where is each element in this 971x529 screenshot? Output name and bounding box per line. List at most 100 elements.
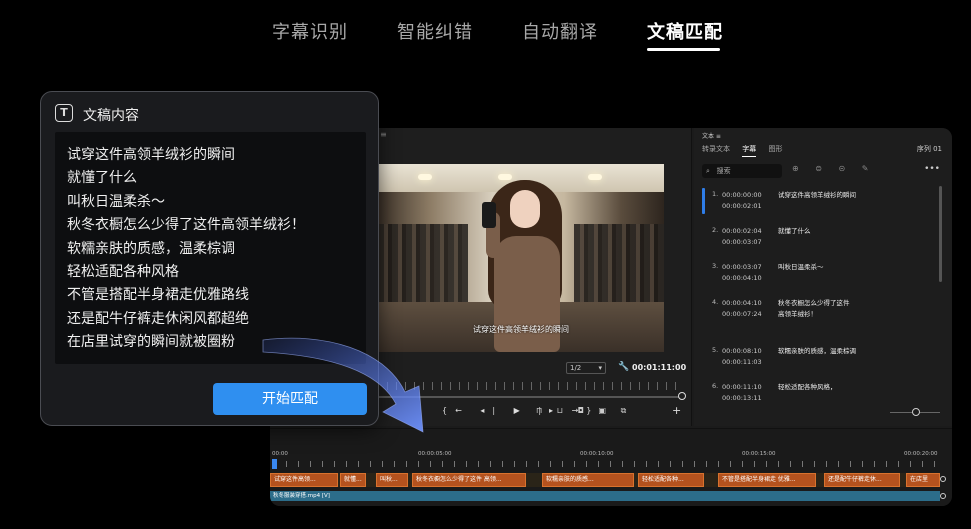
script-line: 秋冬衣橱怎么少得了这件高领羊绒衫！ [67,217,305,234]
caption-item[interactable]: 4. 00:00:04:10 00:00:07:24 秋冬衣橱怎么少得了这件高领羊… [702,294,934,342]
caption-start: 00:00:11:10 [722,383,762,391]
caption-times: 00:00:04:10 00:00:07:24 [722,298,762,320]
mark-in-icon[interactable]: {← [442,406,470,415]
wrench-icon[interactable]: 🔧 [618,362,629,372]
caption-item[interactable]: 3. 00:00:03:07 00:00:04:10 叫秋日温柔杀～ [702,258,934,294]
caption-clip[interactable]: 轻松适配各种... [638,473,704,487]
track-scroll-handle[interactable] [940,493,946,499]
active-tab-underline [647,48,720,51]
card-title: 文稿内容 [83,108,139,124]
caption-item[interactable]: 1. 00:00:00:00 00:00:02:01 试穿这件高领羊绒衫的瞬间 [702,186,934,222]
panel-zoom-handle[interactable] [912,408,920,416]
tab-script-matching[interactable]: 文稿匹配 [647,18,723,44]
merge-caption-icon[interactable]: ⊝ [839,164,853,173]
script-line: 不管是搭配半身裙走优雅路线 [67,287,249,304]
extract-icon[interactable]: ⊔ [557,406,569,415]
caption-end: 00:00:03:07 [722,238,762,246]
top-tab-bar: 字幕识别 智能纠错 自动翻译 文稿匹配 [0,18,971,58]
compare-icon[interactable]: ▣ [598,406,612,415]
model-face [510,190,540,228]
caption-number: 4. [712,298,719,306]
caption-clip[interactable]: 不管是搭配半身裙走 优雅... [718,473,816,487]
more-options-icon[interactable]: ••• [924,164,940,174]
time-label: 00:00:10:00 [580,451,614,457]
lift-icon[interactable]: ⊓ [536,406,548,415]
caption-times: 00:00:03:07 00:00:04:10 [722,262,762,284]
ceiling-light [588,174,602,180]
playhead[interactable] [272,459,277,469]
video-track-clip[interactable]: 秋冬服装穿搭.mp4 [V] [270,491,940,501]
caption-item[interactable]: 6. 00:00:11:10 00:00:13:11 轻松适配各种风格， [702,378,934,414]
search-icon: ⌕ [706,167,710,175]
caption-text[interactable]: 秋冬衣橱怎么少得了这件高领羊绒衫！ [778,298,852,320]
caption-number: 3. [712,262,719,270]
script-line: 软糯亲肤的质感，温柔棕调 [67,240,235,257]
add-caption-icon[interactable]: ⊕ [792,164,806,173]
caption-number: 6. [712,382,719,390]
clothing-rack [574,224,664,314]
tab-graphics[interactable]: 图形 [768,144,782,156]
caption-start: 00:00:02:04 [722,227,762,235]
track-scroll-handle[interactable] [940,476,946,482]
timeline-time-labels: 00:00 00:00:05:00 00:00:10:00 00:00:15:0… [270,451,952,461]
caption-number: 1. [712,190,719,198]
caption-track: 试穿这件高领... 就懂... 叫秋... 秋冬衣橱怎么少得了这件 高领... … [270,473,940,487]
caption-number: 5. [712,346,719,354]
pencil-icon[interactable]: ✎ [862,164,876,173]
caption-end: 00:00:04:10 [722,274,762,282]
step-back-icon[interactable]: ◂| [480,406,503,415]
caption-text[interactable]: 软糯亲肤的质感，温柔棕调 [778,346,878,357]
clothing-rack [378,224,468,314]
time-label: 00:00:05:00 [418,451,452,457]
caption-search-input[interactable]: ⌕ 搜索 [702,164,782,178]
tab-smart-correction[interactable]: 智能纠错 [397,18,473,44]
time-label: 00:00:15:00 [742,451,776,457]
caption-clip[interactable]: 叫秋... [376,473,408,487]
tab-transcript[interactable]: 转录文本 [702,144,730,156]
sequence-label[interactable]: 序列 01 [917,144,942,154]
caption-times: 00:00:02:04 00:00:03:07 [722,226,762,248]
caption-end: 00:00:13:11 [722,394,762,402]
tab-auto-translate[interactable]: 自动翻译 [522,18,598,44]
export-frame-icon[interactable]: ⧉ [621,406,633,415]
caption-clip[interactable]: 就懂... [340,473,366,487]
caption-clip[interactable]: 软糯亲肤的质感... [542,473,634,487]
play-icon[interactable]: ▶ [514,406,528,415]
tab-captions[interactable]: 字幕 [742,144,757,157]
caption-item[interactable]: 2. 00:00:02:04 00:00:03:07 就懂了什么 [702,222,934,258]
ceiling-light [418,174,432,180]
tab-subtitle-recognition[interactable]: 字幕识别 [272,18,348,44]
script-line: 叫秋日温柔杀～ [67,193,165,210]
timeline-ruler[interactable] [274,461,940,467]
caption-number: 2. [712,226,719,234]
caption-text[interactable]: 叫秋日温柔杀～ [778,262,878,273]
split-caption-icon[interactable]: ⊜ [815,164,829,173]
caption-clip[interactable]: 还是配牛仔裤走休... [824,473,900,487]
text-panel: 文本 ≡ 转录文本 字幕 图形 序列 01 ⌕ 搜索 ⊕ ⊜ ⊝ ✎ ••• 1… [694,128,952,426]
caption-tools: ⊕ ⊜ ⊝ ✎ [792,164,875,173]
caption-clip[interactable]: 在店里 [906,473,940,487]
scrub-handle[interactable] [678,392,686,400]
video-preview: 试穿这件高领羊绒衫的瞬间 [378,164,664,352]
search-placeholder: 搜索 [716,167,731,175]
caption-start: 00:00:08:10 [722,347,762,355]
caption-clip[interactable]: 试穿这件高领... [270,473,338,487]
caption-item[interactable]: 5. 00:00:08:10 00:00:11:03 软糯亲肤的质感，温柔棕调 [702,342,934,378]
monitor-menu-icon[interactable]: ≡ [380,130,387,139]
caption-text[interactable]: 试穿这件高领羊绒衫的瞬间 [778,190,878,201]
caption-start: 00:00:00:00 [722,191,762,199]
caption-clip[interactable]: 秋冬衣橱怎么少得了这件 高领... [412,473,526,487]
caption-text[interactable]: 就懂了什么 [778,226,878,237]
caption-times: 00:00:11:10 00:00:13:11 [722,382,762,404]
text-box-icon: T [55,104,73,122]
add-button-icon[interactable]: + [672,404,681,417]
caption-scrollbar[interactable] [939,186,942,282]
caption-end: 00:00:07:24 [722,310,762,318]
text-panel-title: 文本 ≡ [702,133,721,140]
script-line: 试穿这件高领羊绒衫的瞬间 [67,147,235,163]
caption-text[interactable]: 轻松适配各种风格， [778,382,878,393]
script-line: 就懂了什么 [67,170,137,187]
time-label: 00:00 [272,451,288,457]
zoom-select[interactable]: 1/2 ▾ [566,362,606,374]
camera-icon[interactable]: ◘ [578,406,590,415]
